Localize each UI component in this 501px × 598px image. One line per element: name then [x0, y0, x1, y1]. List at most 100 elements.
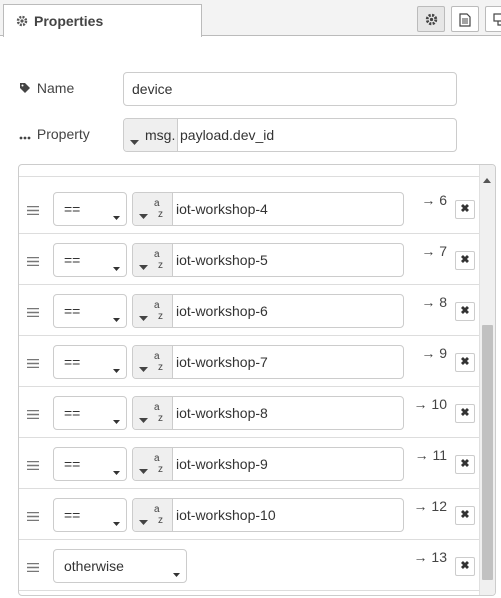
rule-row: == a z iot-workshop-4 → 6 ✖: [19, 183, 479, 234]
delete-rule-button[interactable]: ✖: [455, 251, 475, 270]
caret-down-icon: [139, 308, 148, 326]
rule-value-input[interactable]: a z iot-workshop-7: [132, 345, 404, 379]
caret-down-icon: [113, 411, 120, 427]
rule-operator-select[interactable]: ==: [53, 498, 127, 532]
delete-rule-button[interactable]: ✖: [455, 455, 475, 474]
rule-row: otherwise → 13 ✖: [19, 540, 479, 591]
rule-value-text: iot-workshop-4: [176, 201, 268, 217]
description-button[interactable]: [451, 6, 479, 32]
rule-operator-select[interactable]: ==: [53, 447, 127, 481]
delete-rule-button[interactable]: ✖: [455, 200, 475, 219]
rule-operator-select[interactable]: otherwise: [53, 549, 187, 583]
rule-operator-label: ==: [64, 252, 81, 268]
tab-properties-label: Properties: [34, 13, 104, 29]
rule-operator-label: ==: [64, 303, 81, 319]
rule-value-type-select[interactable]: az: [133, 295, 173, 327]
rule-value-input[interactable]: a z iot-workshop-6: [132, 294, 404, 328]
caret-down-icon: [130, 132, 139, 148]
rule-row: == a z iot-workshop-6 → 8 ✖: [19, 285, 479, 336]
caret-down-icon: [173, 564, 180, 580]
rule-operator-select[interactable]: ==: [53, 243, 127, 277]
rule-value-input[interactable]: [132, 164, 404, 165]
rule-operator-select[interactable]: ==: [53, 396, 127, 430]
rule-value-type-select[interactable]: az: [133, 448, 173, 480]
rule-value-type-select[interactable]: az: [133, 244, 173, 276]
rules-list: == a z iot-workshop-4 → 6 ✖ == a z iot-workshop-5…: [18, 164, 496, 596]
property-type-label: msg.: [145, 127, 176, 143]
gear-icon: [16, 14, 28, 30]
drag-handle-icon[interactable]: [27, 406, 39, 424]
rule-row: == a z iot-workshop-5 → 7 ✖: [19, 234, 479, 285]
name-input[interactable]: device: [123, 72, 457, 106]
tab-properties[interactable]: Properties: [3, 4, 202, 37]
caret-down-icon: [139, 257, 148, 275]
scrollbar-thumb[interactable]: [482, 325, 493, 580]
rule-value-input[interactable]: a z iot-workshop-8: [132, 396, 404, 430]
drag-handle-icon[interactable]: [27, 559, 39, 577]
delete-rule-button[interactable]: ✖: [455, 404, 475, 423]
close-icon: ✖: [460, 560, 470, 572]
close-icon: ✖: [460, 254, 470, 266]
delete-rule-button[interactable]: ✖: [455, 506, 475, 525]
rule-row: == a z iot-workshop-8 → 10 ✖: [19, 387, 479, 438]
drag-handle-icon[interactable]: [27, 457, 39, 475]
settings-button[interactable]: [417, 6, 445, 32]
rule-value-text: iot-workshop-8: [176, 405, 268, 421]
caret-down-icon: [139, 410, 148, 428]
drag-handle-icon[interactable]: [27, 508, 39, 526]
drag-handle-icon[interactable]: [27, 355, 39, 373]
drag-handle-icon[interactable]: [27, 202, 39, 220]
rule-value-text: iot-workshop-9: [176, 456, 268, 472]
rule-output-port: → 7: [421, 243, 447, 259]
property-label: Property: [19, 126, 90, 143]
string-type-icon: az: [154, 300, 163, 322]
rule-output-port: → 6: [421, 192, 447, 208]
caret-down-icon: [113, 513, 120, 529]
rule-value-input[interactable]: a z iot-workshop-5: [132, 243, 404, 277]
rule-row-partial: [19, 164, 479, 177]
scroll-up-arrow-icon[interactable]: [483, 170, 491, 188]
name-label: Name: [19, 80, 74, 97]
rule-row: == a z iot-workshop-7 → 9 ✖: [19, 336, 479, 387]
rule-value-input[interactable]: a z iot-workshop-9: [132, 447, 404, 481]
delete-rule-button[interactable]: ✖: [455, 302, 475, 321]
delete-rule-button[interactable]: ✖: [455, 557, 475, 576]
string-type-icon: az: [154, 504, 163, 526]
caret-down-icon: [139, 206, 148, 224]
rule-value-input[interactable]: a z iot-workshop-10: [132, 498, 404, 532]
close-icon: ✖: [460, 305, 470, 317]
rule-operator-label: ==: [64, 201, 81, 217]
property-value: payload.dev_id: [180, 127, 275, 143]
appearance-button[interactable]: [485, 6, 501, 32]
caret-down-icon: [139, 359, 148, 377]
rule-row: == a z iot-workshop-9 → 11 ✖: [19, 438, 479, 489]
rule-operator-select[interactable]: [53, 164, 127, 165]
drag-handle-icon[interactable]: [27, 304, 39, 322]
close-icon: ✖: [460, 407, 470, 419]
caret-down-icon: [113, 360, 120, 376]
close-icon: ✖: [460, 458, 470, 470]
property-input[interactable]: msg. payload.dev_id: [123, 118, 457, 152]
tag-icon: [19, 81, 33, 97]
rule-output-port: → 8: [421, 294, 447, 310]
rule-value-type-select[interactable]: az: [133, 397, 173, 429]
rule-value-type-select[interactable]: az: [133, 193, 173, 225]
rule-value-type-select[interactable]: az: [133, 499, 173, 531]
rule-value-type-select[interactable]: az: [133, 346, 173, 378]
caret-down-icon: [139, 512, 148, 530]
rule-operator-select[interactable]: ==: [53, 345, 127, 379]
property-type-select[interactable]: msg.: [124, 119, 178, 151]
rule-operator-select[interactable]: ==: [53, 294, 127, 328]
rule-value-text: iot-workshop-5: [176, 252, 268, 268]
drag-handle-icon[interactable]: [27, 253, 39, 271]
rule-operator-label: otherwise: [64, 558, 124, 574]
delete-rule-button[interactable]: ✖: [455, 353, 475, 372]
tab-bar: Properties: [0, 0, 501, 37]
rule-operator-select[interactable]: ==: [53, 192, 127, 226]
string-type-icon: az: [154, 249, 163, 271]
rule-output-port: → 13: [413, 549, 447, 565]
close-icon: ✖: [460, 203, 470, 215]
string-type-icon: az: [154, 402, 163, 424]
rule-operator-label: ==: [64, 456, 81, 472]
rule-value-input[interactable]: a z iot-workshop-4: [132, 192, 404, 226]
